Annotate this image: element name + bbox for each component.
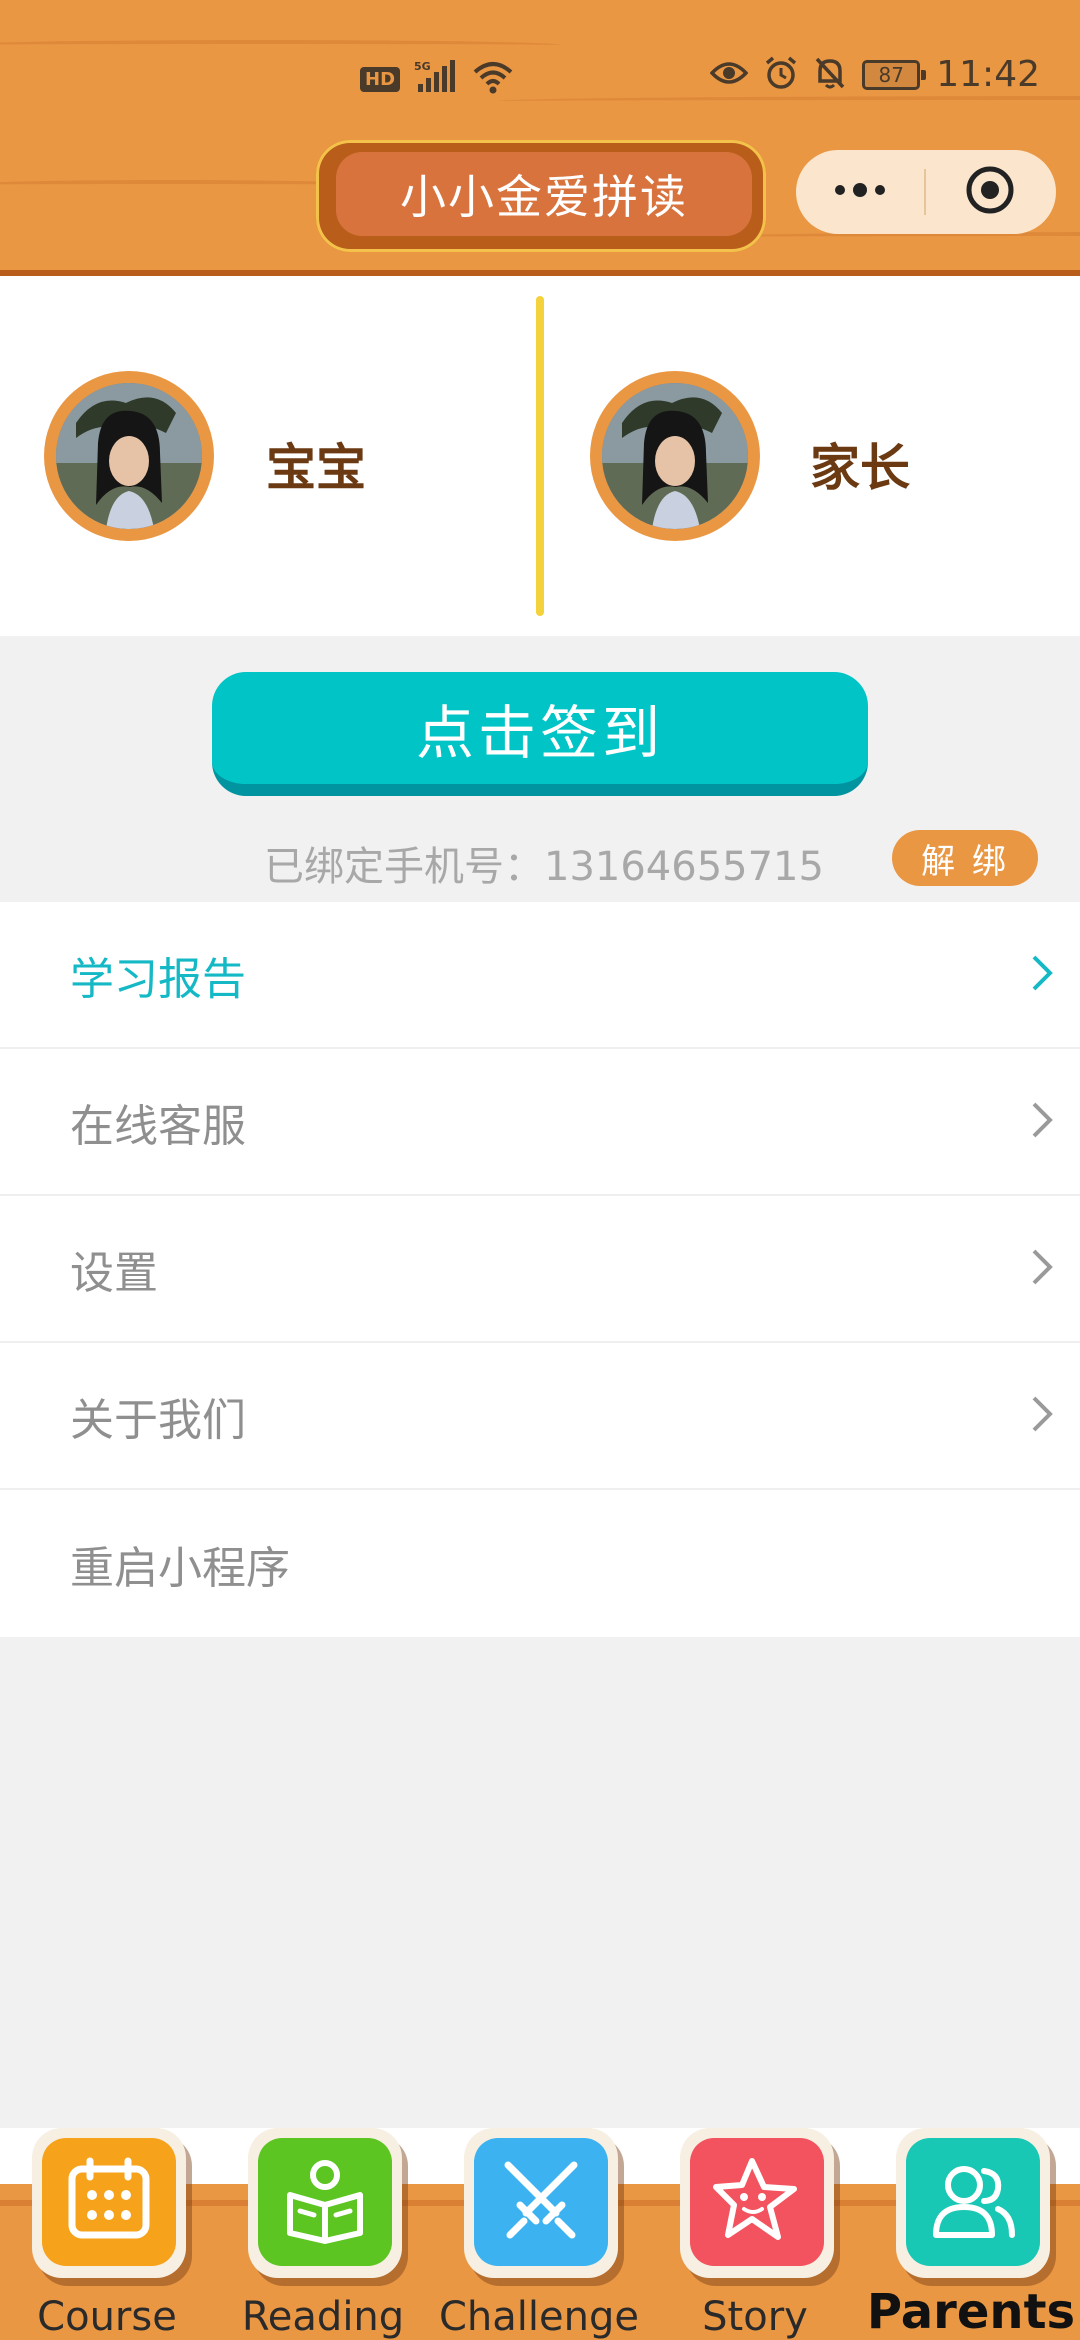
tab-challenge[interactable]: Challenge bbox=[439, 2128, 639, 2340]
menu-item-label: 学习报告 bbox=[70, 953, 246, 1005]
baby-name[interactable]: 宝宝 bbox=[266, 428, 366, 500]
tab-course[interactable]: Course bbox=[22, 2128, 192, 2340]
menu-item-online-service[interactable]: 在线客服 bbox=[0, 1049, 1080, 1196]
profile-section: 宝宝 家长 bbox=[0, 276, 1080, 636]
checkin-button[interactable]: 点击签到 bbox=[212, 672, 868, 796]
tab-story[interactable]: Story bbox=[670, 2128, 840, 2340]
tab-label: Reading bbox=[241, 2294, 405, 2340]
miniprogram-capsule bbox=[796, 150, 1056, 234]
menu-item-study-report[interactable]: 学习报告 bbox=[0, 902, 1080, 1049]
bound-phone-text: 已绑定手机号：13164655715 bbox=[264, 844, 824, 890]
bell-muted-icon bbox=[814, 56, 846, 94]
star-face-icon bbox=[712, 2155, 802, 2249]
tab-parents[interactable]: Parents bbox=[867, 2128, 1075, 2340]
calendar-icon bbox=[64, 2155, 154, 2249]
battery-indicator: 87 bbox=[862, 59, 927, 90]
target-icon bbox=[964, 164, 1016, 220]
tab-label: Challenge bbox=[439, 2294, 639, 2340]
tab-label: Parents bbox=[866, 2284, 1076, 2340]
menu-item-label: 重启小程序 bbox=[70, 1542, 290, 1594]
crossed-swords-icon bbox=[496, 2155, 586, 2249]
parent-name[interactable]: 家长 bbox=[810, 428, 910, 500]
clock: 11:42 bbox=[936, 54, 1040, 95]
menu-item-label: 关于我们 bbox=[70, 1394, 246, 1446]
wifi-icon bbox=[472, 60, 514, 98]
page-title: 小小金爱拼读 bbox=[400, 170, 688, 224]
hd-badge: HD bbox=[360, 66, 401, 92]
chevron-right-icon bbox=[1030, 1394, 1054, 1438]
menu-item-restart[interactable]: 重启小程序 bbox=[0, 1490, 1080, 1637]
users-icon bbox=[928, 2155, 1018, 2249]
menu-item-label: 在线客服 bbox=[70, 1100, 246, 1152]
menu-item-settings[interactable]: 设置 bbox=[0, 1196, 1080, 1343]
more-dots-icon bbox=[832, 180, 888, 204]
book-reader-icon bbox=[280, 2155, 370, 2249]
close-miniprogram-button[interactable] bbox=[926, 150, 1054, 234]
tab-label: Story bbox=[702, 2294, 808, 2340]
signal-icon: 5G bbox=[414, 60, 458, 98]
alarm-icon bbox=[764, 56, 798, 94]
more-button[interactable] bbox=[796, 150, 924, 234]
chevron-right-icon bbox=[1030, 1100, 1054, 1144]
settings-menu: 学习报告 在线客服 设置 关于我们 重启小程序 bbox=[0, 902, 1080, 1637]
profile-divider bbox=[536, 296, 544, 616]
svg-text:5G: 5G bbox=[414, 60, 431, 73]
eye-icon bbox=[709, 59, 749, 91]
chevron-right-icon bbox=[1030, 953, 1054, 997]
status-bar: HD 5G 87 11:42 bbox=[0, 52, 1080, 102]
chevron-right-icon bbox=[1030, 1247, 1054, 1291]
title-plank: 小小金爱拼读 bbox=[316, 140, 766, 252]
unbind-button[interactable]: 解 绑 bbox=[892, 830, 1038, 886]
baby-avatar[interactable] bbox=[44, 371, 214, 541]
parent-avatar[interactable] bbox=[590, 371, 760, 541]
tab-label: Course bbox=[37, 2294, 177, 2340]
menu-item-about-us[interactable]: 关于我们 bbox=[0, 1343, 1080, 1490]
bottom-tab-bar: Course Reading Challenge Story Parents bbox=[0, 2128, 1080, 2340]
menu-item-label: 设置 bbox=[70, 1247, 158, 1299]
app-header: HD 5G 87 11:42 小小金爱拼读 bbox=[0, 0, 1080, 276]
tab-reading[interactable]: Reading bbox=[238, 2128, 408, 2340]
